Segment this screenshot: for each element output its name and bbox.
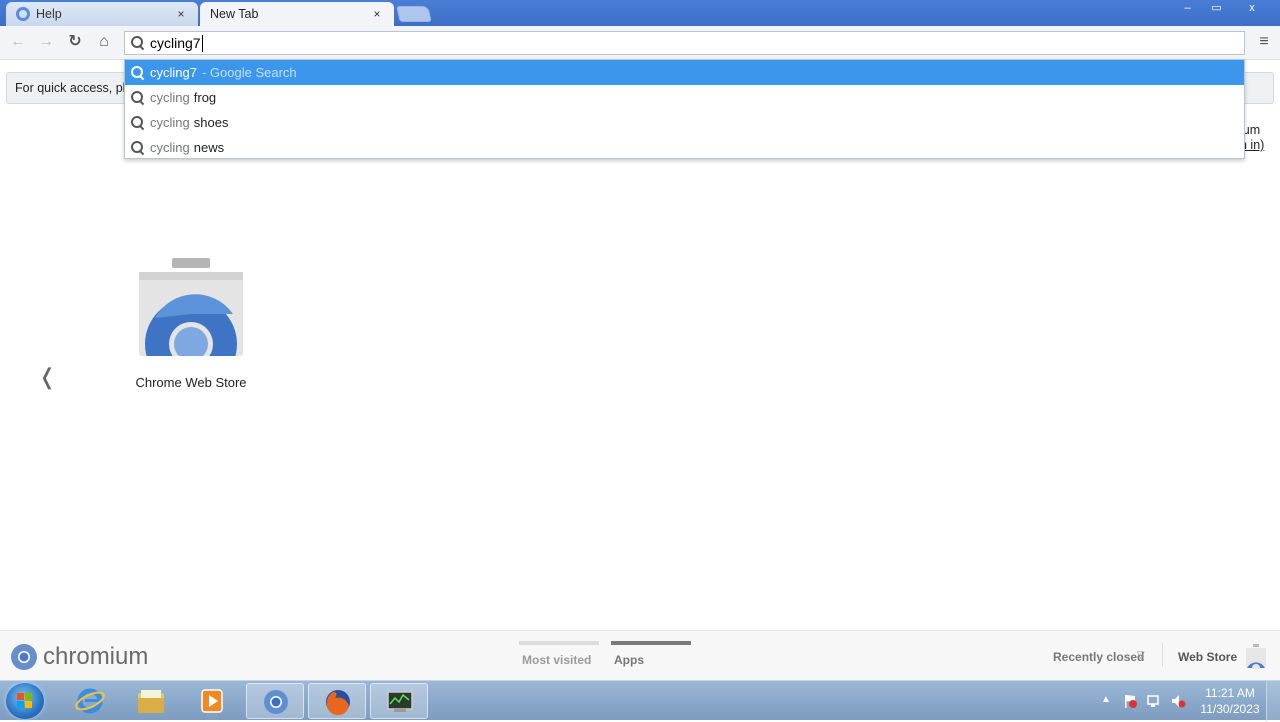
windows-taskbar: ▲ 11:21 AM 11/30/2023 bbox=[0, 680, 1280, 721]
close-window-button[interactable]: x bbox=[1232, 0, 1272, 18]
chromium-logo-icon bbox=[11, 644, 37, 670]
taskbar-firefox[interactable] bbox=[308, 683, 366, 719]
suggestion-prefix: cycling bbox=[150, 115, 190, 130]
suggestion-prefix: cycling bbox=[150, 90, 190, 105]
recently-closed-menu[interactable]: Recently closed bbox=[1053, 650, 1144, 664]
tab-strip: Help × New Tab × – ▭ x bbox=[0, 0, 1280, 26]
chromium-brand: chromium bbox=[43, 643, 149, 670]
ie-icon bbox=[75, 688, 105, 714]
most-visited-tab[interactable]: Most visited bbox=[522, 653, 591, 667]
chrome-web-store-icon bbox=[137, 258, 245, 358]
chrome-icon bbox=[264, 690, 288, 714]
firefox-icon bbox=[326, 690, 350, 716]
address-bar-text: cycling7 bbox=[150, 35, 201, 51]
chromium-favicon-icon bbox=[16, 7, 30, 21]
web-store-icon[interactable] bbox=[1245, 643, 1267, 669]
action-center-flag-icon[interactable] bbox=[1122, 693, 1138, 709]
address-bar[interactable]: cycling7 bbox=[124, 31, 1245, 55]
taskbar-system-monitor[interactable] bbox=[370, 683, 428, 719]
suggestion-hint: - Google Search bbox=[201, 65, 297, 80]
suggestion-suffix: shoes bbox=[193, 115, 229, 130]
suggestion-text: cycling7 bbox=[150, 65, 197, 80]
search-icon bbox=[131, 140, 145, 155]
volume-muted-icon[interactable] bbox=[1170, 693, 1186, 709]
suggestion-prefix: cycling bbox=[150, 140, 190, 155]
app-chrome-web-store[interactable]: Chrome Web Store bbox=[118, 252, 264, 402]
footer-divider bbox=[1162, 643, 1163, 667]
media-player-icon bbox=[201, 689, 223, 713]
tab-close-icon[interactable]: × bbox=[174, 7, 188, 21]
system-monitor-icon bbox=[387, 691, 413, 712]
start-button[interactable] bbox=[6, 683, 44, 719]
suggestion-item[interactable]: cycling frog bbox=[125, 85, 1244, 110]
minimize-button[interactable]: – bbox=[1174, 0, 1201, 18]
previous-page-arrow[interactable]: ❬ bbox=[38, 364, 56, 390]
network-icon[interactable] bbox=[1146, 693, 1162, 709]
suggestion-item[interactable]: cycling shoes bbox=[125, 110, 1244, 135]
toolbar: ← → ↻ ⌂ cycling7 ≡ bbox=[0, 26, 1280, 60]
app-label: Chrome Web Store bbox=[135, 375, 247, 390]
chrome-menu-button[interactable]: ≡ bbox=[1254, 33, 1274, 53]
windows-logo-icon bbox=[17, 693, 32, 708]
taskbar-internet-explorer[interactable] bbox=[61, 683, 119, 719]
clock-time[interactable]: 11:21 AM bbox=[1198, 686, 1262, 700]
ntp-footer: chromium Most visited Apps Recently clos… bbox=[0, 630, 1280, 680]
tray-overflow-arrow[interactable]: ▲ bbox=[1101, 694, 1111, 705]
tab-new-tab[interactable]: New Tab × bbox=[200, 2, 394, 26]
explorer-icon bbox=[138, 690, 164, 713]
reload-button[interactable]: ↻ bbox=[65, 33, 85, 53]
tab-title: Help bbox=[36, 7, 62, 21]
omnibox-suggestions: cycling7 - Google Search cycling frog cy… bbox=[124, 59, 1245, 159]
most-visited-indicator bbox=[519, 641, 599, 645]
apps-tab[interactable]: Apps bbox=[614, 653, 644, 667]
suggestion-suffix: news bbox=[193, 140, 225, 155]
taskbar-media-player[interactable] bbox=[183, 683, 241, 719]
search-icon bbox=[131, 115, 145, 130]
apps-indicator bbox=[611, 641, 691, 645]
maximize-button[interactable]: ▭ bbox=[1203, 0, 1230, 18]
tab-help[interactable]: Help × bbox=[6, 2, 198, 26]
suggestion-item[interactable]: cycling news bbox=[125, 135, 1244, 160]
new-tab-button[interactable] bbox=[396, 6, 432, 22]
back-button[interactable]: ← bbox=[8, 33, 28, 53]
tab-title: New Tab bbox=[210, 7, 259, 21]
chevron-down-icon: ▽ bbox=[1137, 650, 1145, 661]
suggestion-suffix: frog bbox=[193, 90, 217, 105]
taskbar-chromium[interactable] bbox=[246, 683, 304, 719]
text-caret bbox=[201, 34, 203, 52]
clock-date[interactable]: 11/30/2023 bbox=[1198, 702, 1262, 716]
home-button[interactable]: ⌂ bbox=[94, 33, 114, 53]
show-desktop-button[interactable] bbox=[1266, 681, 1280, 721]
suggestion-item[interactable]: cycling7 - Google Search bbox=[125, 60, 1244, 85]
bookmark-info-text: For quick access, pla bbox=[15, 81, 133, 95]
search-icon bbox=[131, 90, 145, 105]
window-controls: – ▭ x bbox=[1174, 0, 1272, 18]
taskbar-file-explorer[interactable] bbox=[122, 683, 180, 719]
search-icon bbox=[131, 36, 145, 50]
web-store-link[interactable]: Web Store bbox=[1178, 650, 1237, 664]
search-icon bbox=[131, 65, 145, 80]
forward-button[interactable]: → bbox=[36, 33, 56, 53]
tab-close-icon[interactable]: × bbox=[370, 7, 384, 21]
